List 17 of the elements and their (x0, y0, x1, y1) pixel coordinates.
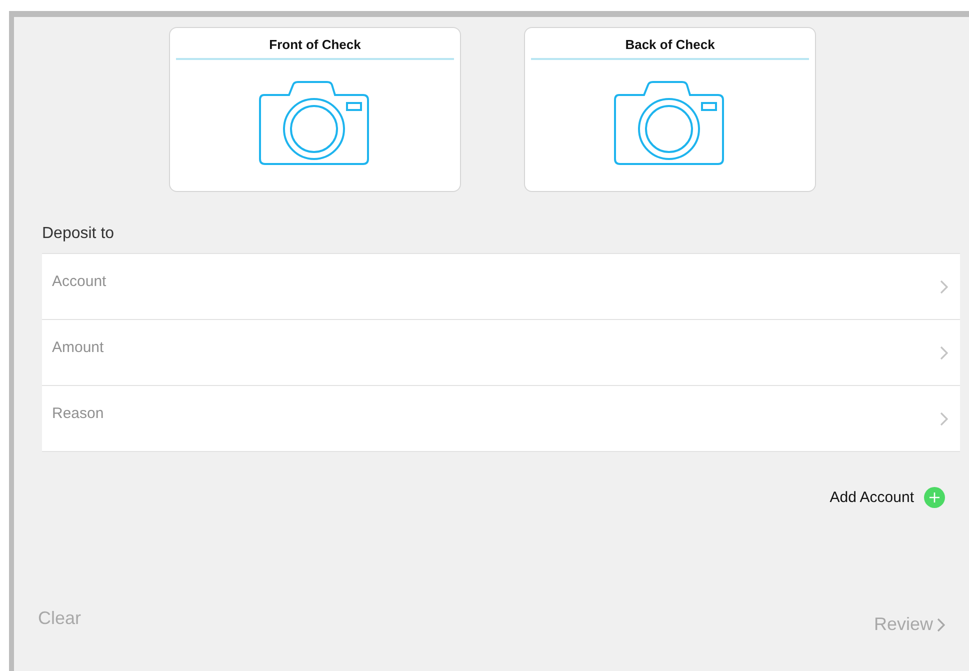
form-row[interactable]: Account (42, 254, 960, 319)
chevron-icon (937, 618, 945, 632)
card-title: Front of Check (269, 37, 361, 52)
plus-icon (924, 487, 945, 508)
add-account-button[interactable]: Add Account (830, 487, 945, 508)
form-row[interactable]: Reason (42, 385, 960, 451)
check-image-card[interactable]: Back of Check (524, 27, 816, 192)
row-placeholder: Reason (52, 405, 104, 422)
check-image-card[interactable]: Front of Check (169, 27, 461, 192)
chevron-icon (940, 412, 948, 426)
chevron-icon (940, 280, 948, 294)
form-row[interactable]: Amount (42, 319, 960, 385)
section-title: Deposit to (42, 225, 116, 243)
row-placeholder: Amount (52, 339, 104, 356)
card-title: Back of Check (625, 37, 715, 52)
chevron-icon (940, 346, 948, 360)
row-placeholder: Account (52, 273, 106, 290)
